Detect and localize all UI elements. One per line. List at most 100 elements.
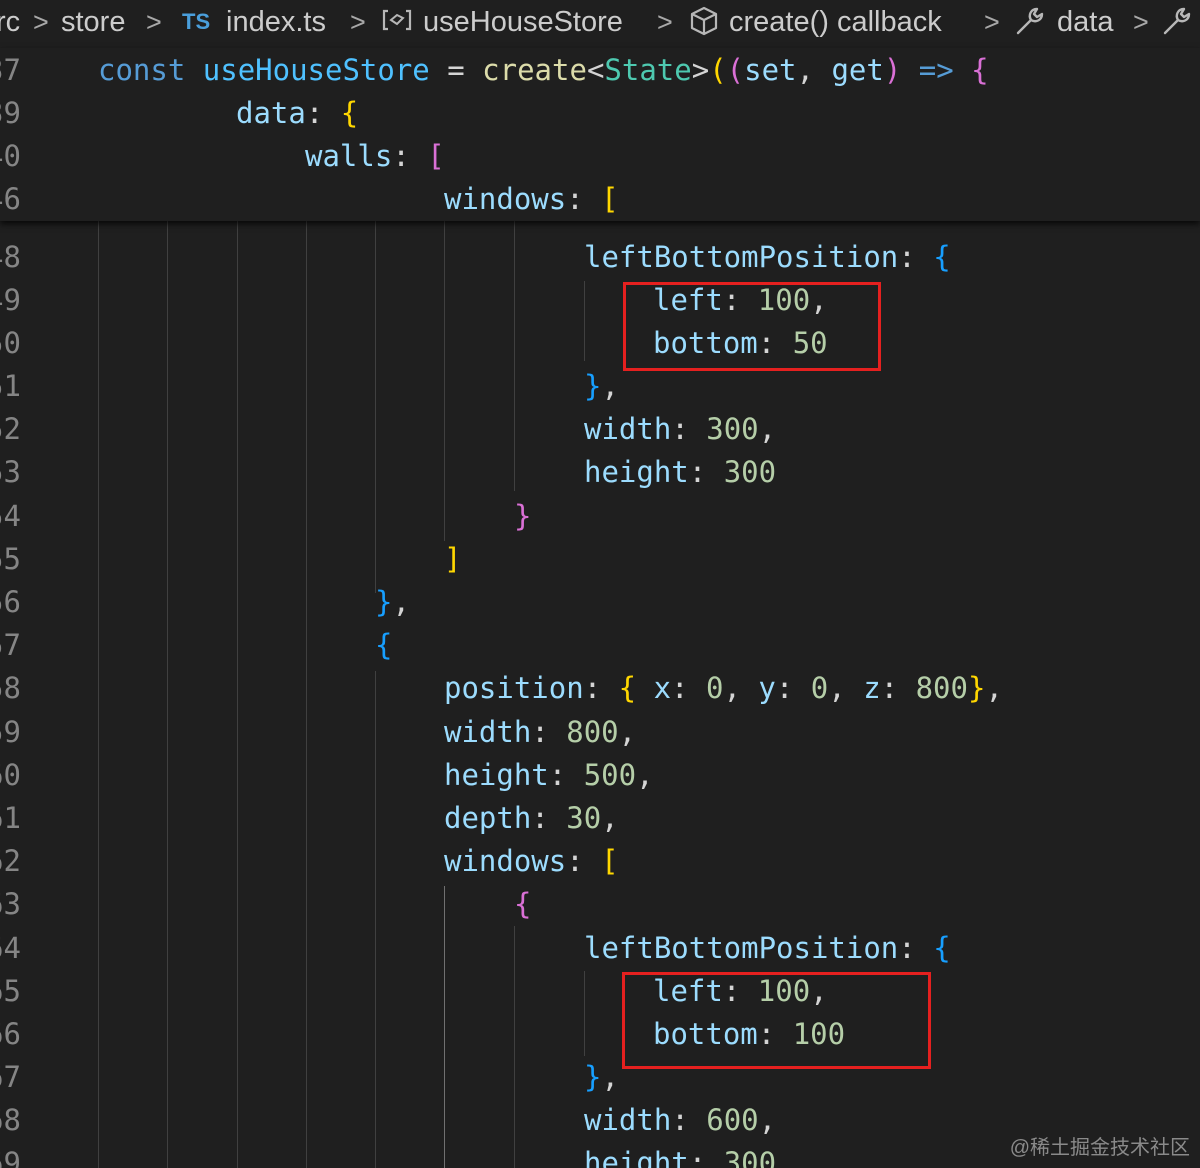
code-line[interactable]: 62 windows: [ xyxy=(0,839,1200,882)
typescript-file-icon: TS xyxy=(182,9,211,34)
code-token: [ xyxy=(427,139,445,173)
code-token: height xyxy=(584,1146,689,1168)
code-token: , xyxy=(601,369,619,403)
code-line[interactable]: 67 }, xyxy=(0,1055,1200,1098)
code-token: [ xyxy=(601,844,619,878)
code-line[interactable]: 52 width: 300, xyxy=(0,407,1200,450)
breadcrumb-item-store[interactable]: store xyxy=(61,3,125,41)
code-line[interactable]: 58 position: { x: 0, y: 0, z: 800}, xyxy=(0,666,1200,709)
code-token: : xyxy=(688,455,707,489)
code-token: x xyxy=(653,671,672,705)
line-number: 58 xyxy=(0,671,21,705)
code-line[interactable]: 63 { xyxy=(0,882,1200,925)
code-token: } xyxy=(967,671,986,705)
code-line[interactable]: 66 bottom: 100 xyxy=(0,1012,1200,1055)
code-token: : xyxy=(392,139,410,173)
code-token: , xyxy=(601,801,619,835)
code-token: { xyxy=(933,240,951,274)
breadcrumb-item-file[interactable]: index.ts xyxy=(226,3,326,41)
breadcrumb-separator: > xyxy=(1133,7,1149,37)
code-editor[interactable]: 48 leftBottomPosition: { 49 left: 100, 5… xyxy=(0,221,1200,1168)
code-line[interactable]: 51 }, xyxy=(0,364,1200,407)
watermark: @稀土掘金技术社区 xyxy=(1009,1137,1190,1159)
code-line[interactable]: 57 { xyxy=(0,623,1200,666)
line-number: 60 xyxy=(0,758,21,792)
code-token: , xyxy=(828,671,846,705)
code-token: 800 xyxy=(915,671,968,705)
code-token: , xyxy=(392,585,410,619)
code-token: position xyxy=(444,671,584,705)
line-number: 39 xyxy=(0,96,21,130)
code-token: : xyxy=(688,1146,707,1168)
code-token: : xyxy=(898,240,916,274)
line-number: 50 xyxy=(0,326,21,360)
code-token: : xyxy=(583,671,602,705)
code-token: 600 xyxy=(706,1103,759,1137)
wrench-icon[interactable] xyxy=(1161,5,1195,44)
code-line[interactable]: 48 leftBottomPosition: { xyxy=(0,235,1200,278)
line-number: 53 xyxy=(0,455,21,489)
line-number: 55 xyxy=(0,542,21,576)
code-token: width xyxy=(444,715,532,749)
line-number: 65 xyxy=(0,974,21,1008)
code-line[interactable]: 37 const useHouseStore = create<State>((… xyxy=(0,48,1200,91)
code-token: y xyxy=(758,671,776,705)
line-number: 49 xyxy=(0,283,21,317)
code-line[interactable]: 50 bottom: 50 xyxy=(0,321,1200,364)
breadcrumb-separator: > xyxy=(146,7,162,37)
code-token: : xyxy=(566,844,584,878)
code-line[interactable]: 61 depth: 30, xyxy=(0,796,1200,839)
code-token: , xyxy=(796,53,814,87)
code-token: : xyxy=(880,671,899,705)
code-line[interactable]: 49 left: 100, xyxy=(0,278,1200,321)
line-number: 48 xyxy=(0,240,21,274)
code-token: } xyxy=(584,1060,602,1094)
breadcrumb-item-data[interactable]: data xyxy=(1057,3,1113,41)
code-line[interactable]: 56 }, xyxy=(0,580,1200,623)
code-line[interactable]: 60 height: 500, xyxy=(0,753,1200,796)
sticky-scroll-header: 37 const useHouseStore = create<State>((… xyxy=(0,48,1200,221)
code-token: : xyxy=(898,931,916,965)
code-token: : xyxy=(775,671,794,705)
code-token: : xyxy=(531,801,549,835)
code-token: height xyxy=(444,758,549,792)
code-token: width xyxy=(584,412,672,446)
code-token: : xyxy=(671,671,689,705)
code-token: , xyxy=(618,715,637,749)
highlight-box xyxy=(623,282,881,371)
code-token: State xyxy=(604,53,692,87)
line-number: 62 xyxy=(0,844,21,878)
code-token: [ xyxy=(601,182,619,216)
code-token: < xyxy=(586,53,605,87)
code-line[interactable]: 54 } xyxy=(0,494,1200,537)
code-token: : xyxy=(671,412,689,446)
code-token: const xyxy=(98,53,186,87)
code-token: , xyxy=(636,758,654,792)
code-line[interactable]: 65 left: 100, xyxy=(0,969,1200,1012)
code-token: windows xyxy=(444,182,567,216)
code-line[interactable]: 59 width: 800, xyxy=(0,710,1200,753)
code-token: { xyxy=(618,671,637,705)
code-token: } xyxy=(375,585,393,619)
code-token: : xyxy=(548,758,567,792)
code-line[interactable]: 55 ] xyxy=(0,537,1200,580)
line-number: 68 xyxy=(0,1103,21,1137)
breadcrumb-item-create-callback[interactable]: create() callback xyxy=(729,3,942,41)
code-line[interactable]: 39 data: { xyxy=(0,91,1200,134)
line-number: 66 xyxy=(0,1017,21,1051)
code-token: depth xyxy=(444,801,532,835)
code-token: get xyxy=(831,53,884,87)
breadcrumb-item-usehousestore[interactable]: useHouseStore xyxy=(423,3,623,41)
code-token: { xyxy=(375,628,393,662)
code-line[interactable]: 46 windows: [ xyxy=(0,177,1200,220)
breadcrumb-item-src[interactable]: rc xyxy=(0,3,20,41)
code-token: : xyxy=(671,1103,689,1137)
code-token: windows xyxy=(444,844,567,878)
code-token: leftBottomPosition xyxy=(584,240,899,274)
code-line[interactable]: 64 leftBottomPosition: { xyxy=(0,926,1200,969)
code-token: walls xyxy=(305,139,393,173)
code-line[interactable]: 53 height: 300 xyxy=(0,450,1200,493)
line-number: 64 xyxy=(0,931,21,965)
code-line[interactable]: 40 walls: [ xyxy=(0,134,1200,177)
code-token: = xyxy=(447,53,465,87)
